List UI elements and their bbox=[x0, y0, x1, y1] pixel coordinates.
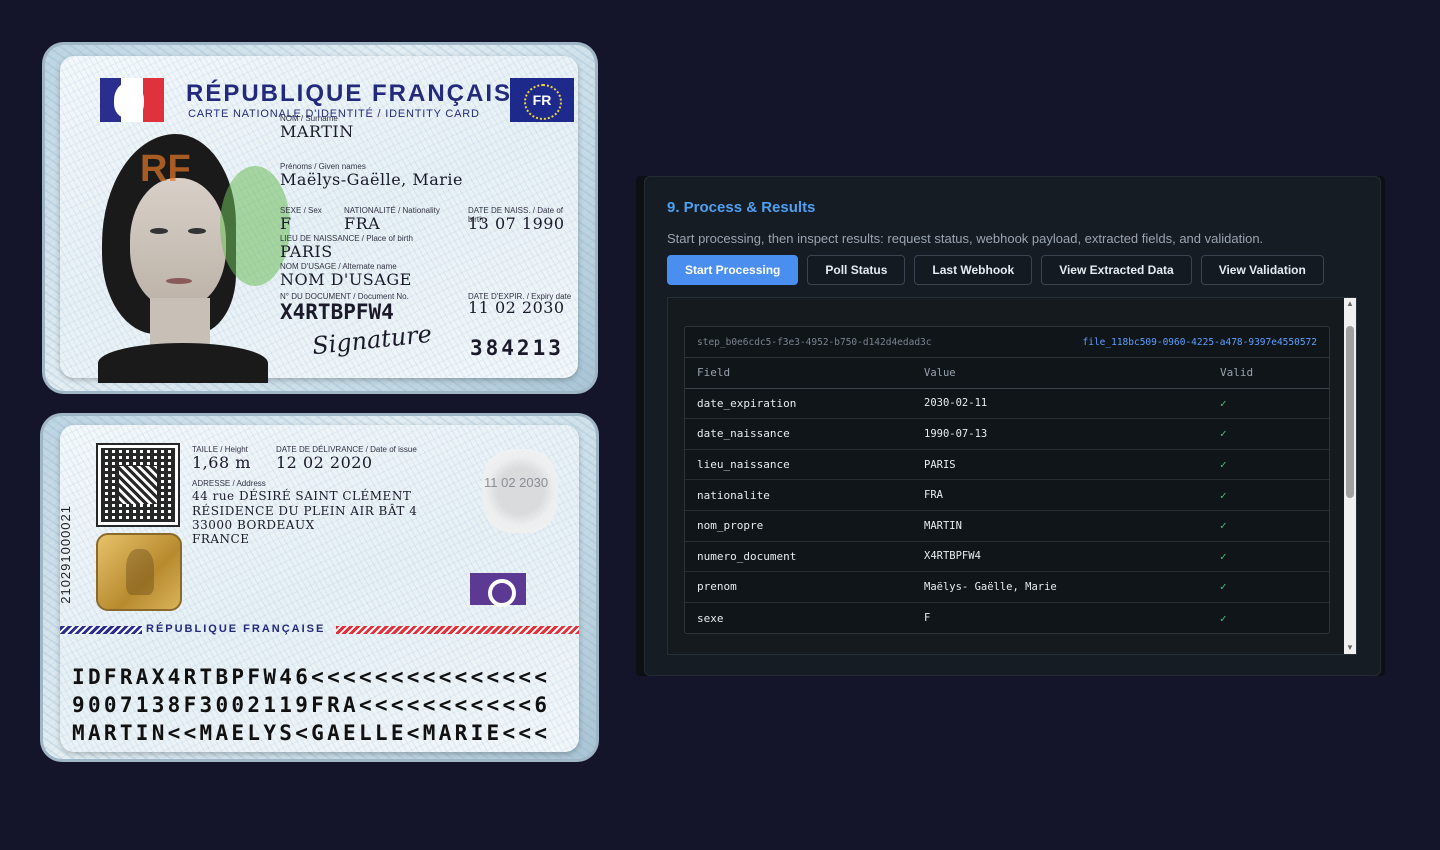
field-value: 1990-07-13 bbox=[924, 427, 988, 440]
field-value: X4RTBPFW4 bbox=[924, 550, 981, 563]
table-row: lieu_naissance PARIS ✓ bbox=[685, 450, 1329, 481]
signature: Signature bbox=[310, 319, 434, 361]
last-webhook-button[interactable]: Last Webhook bbox=[914, 255, 1033, 285]
blue-stripe bbox=[60, 626, 142, 634]
mrz-line-3: MARTIN<<MAELYS<GAELLE<MARIE<<< bbox=[72, 721, 551, 745]
field-name: lieu_naissance bbox=[697, 458, 790, 472]
rf-watermark: RF bbox=[140, 148, 191, 190]
adresse-label: ADRESSE / Address bbox=[192, 479, 266, 488]
delivrance-value: 12 02 2020 bbox=[276, 453, 373, 472]
view-extracted-data-button[interactable]: View Extracted Data bbox=[1041, 255, 1192, 285]
table-row: sexe F ✓ bbox=[685, 603, 1329, 634]
field-value: 2030-02-11 bbox=[924, 397, 988, 410]
id-card-back-face: 210291000021 TAILLE / Height 1,68 m DATE… bbox=[58, 425, 579, 752]
field-name: nom_propre bbox=[697, 519, 764, 533]
valid-check-icon: ✓ bbox=[1220, 427, 1227, 441]
field-name: nationalite bbox=[697, 488, 770, 502]
file-id-link[interactable]: file_118bc509-0960-4225-a478-9397e455057… bbox=[1083, 337, 1318, 348]
table-row: prenom Maëlys- Gaëlle, Marie ✓ bbox=[685, 572, 1329, 603]
id-card-front: RÉPUBLIQUE FRANÇAISE CARTE NATIONALE D'I… bbox=[42, 42, 598, 394]
id-card-back: 210291000021 TAILLE / Height 1,68 m DATE… bbox=[40, 413, 599, 762]
marianne-flag-logo bbox=[100, 78, 164, 122]
field-value: MARTIN bbox=[924, 519, 962, 532]
taille-value: 1,68 m bbox=[192, 453, 251, 472]
adresse-line-1: 44 rue DÉSIRÉ SAINT CLÉMENT bbox=[192, 489, 412, 503]
results-output[interactable]: step_b0e6cdc5-f3e3-4952-b750-d142d4edad3… bbox=[667, 297, 1357, 655]
mrz-line-1: IDFRAX4RTBPFW46<<<<<<<<<<<<<<< bbox=[72, 665, 551, 689]
action-buttons: Start Processing Poll Status Last Webhoo… bbox=[667, 255, 1324, 285]
scrollbar-thumb[interactable] bbox=[1346, 326, 1354, 498]
ghost-photo bbox=[482, 449, 558, 533]
eu-flag-icon: FR bbox=[510, 78, 574, 122]
field-value: FRA bbox=[924, 489, 943, 502]
field-name: date_expiration bbox=[697, 396, 797, 410]
sexe-value: F bbox=[280, 214, 292, 233]
table-row: nom_propre MARTIN ✓ bbox=[685, 511, 1329, 542]
field-name: date_naissance bbox=[697, 427, 790, 441]
step-id: step_b0e6cdc5-f3e3-4952-b750-d142d4edad3… bbox=[697, 336, 932, 348]
start-processing-button[interactable]: Start Processing bbox=[667, 255, 799, 285]
table-header-row: Field Value Valid bbox=[685, 358, 1329, 389]
field-value: F bbox=[924, 612, 931, 625]
panel-title: 9. Process & Results bbox=[667, 199, 816, 216]
table-row: nationalite FRA ✓ bbox=[685, 480, 1329, 511]
field-value: Maëlys- Gaëlle, Marie bbox=[924, 580, 1057, 593]
results-scrollbar[interactable]: ▲ ▼ bbox=[1344, 298, 1356, 654]
adresse-line-2: RÉSIDENCE DU PLEIN AIR BÂT 4 bbox=[192, 504, 418, 518]
valid-check-icon: ✓ bbox=[1220, 611, 1227, 625]
valid-check-icon: ✓ bbox=[1220, 519, 1227, 533]
usage-value: NOM D'USAGE bbox=[280, 270, 412, 289]
extracted-data-table: step_b0e6cdc5-f3e3-4952-b750-d142d4edad3… bbox=[684, 326, 1330, 635]
valid-check-icon: ✓ bbox=[1220, 458, 1227, 472]
field-name: sexe bbox=[697, 611, 724, 625]
naissance-value: 13 07 1990 bbox=[468, 214, 565, 233]
column-header-valid: Valid bbox=[1220, 366, 1254, 380]
qr-code bbox=[96, 443, 180, 527]
column-header-field: Field bbox=[697, 366, 731, 380]
poll-status-button[interactable]: Poll Status bbox=[807, 255, 906, 285]
table-meta-header: step_b0e6cdc5-f3e3-4952-b750-d142d4edad3… bbox=[685, 327, 1329, 358]
prenoms-value: Maëlys-Gaëlle, Marie bbox=[280, 170, 463, 189]
valid-check-icon: ✓ bbox=[1220, 580, 1227, 594]
red-stripe bbox=[336, 626, 579, 634]
valid-check-icon: ✓ bbox=[1220, 549, 1227, 563]
expiry-value: 11 02 2030 bbox=[468, 298, 565, 317]
purple-emblem-icon bbox=[470, 573, 526, 607]
can-number: 384213 bbox=[470, 336, 564, 360]
vertical-number: 210291000021 bbox=[58, 505, 73, 604]
panel-description: Start processing, then inspect results: … bbox=[667, 231, 1264, 246]
scroll-down-arrow-icon[interactable]: ▼ bbox=[1346, 644, 1354, 652]
field-name: numero_document bbox=[697, 549, 797, 563]
nationalite-value: FRA bbox=[344, 214, 381, 233]
doc-number: X4RTBPFW4 bbox=[280, 300, 394, 324]
table-row: numero_document X4RTBPFW4 ✓ bbox=[685, 542, 1329, 573]
table-row: date_expiration 2030-02-11 ✓ bbox=[685, 389, 1329, 420]
chip-icon bbox=[96, 533, 182, 611]
panel-inner: 9. Process & Results Start processing, t… bbox=[644, 176, 1381, 676]
field-name: prenom bbox=[697, 580, 737, 594]
adresse-line-4: FRANCE bbox=[192, 532, 250, 546]
valid-check-icon: ✓ bbox=[1220, 396, 1227, 410]
card-title: RÉPUBLIQUE FRANÇAISE bbox=[186, 80, 531, 107]
column-header-value: Value bbox=[924, 366, 956, 379]
valid-check-icon: ✓ bbox=[1220, 488, 1227, 502]
id-card-front-face: RÉPUBLIQUE FRANÇAISE CARTE NATIONALE D'I… bbox=[60, 56, 578, 383]
field-value: PARIS bbox=[924, 458, 956, 471]
lieu-value: PARIS bbox=[280, 242, 333, 261]
view-validation-button[interactable]: View Validation bbox=[1200, 255, 1324, 285]
table-row: date_naissance 1990-07-13 ✓ bbox=[685, 419, 1329, 450]
adresse-line-3: 33000 BORDEAUX bbox=[192, 518, 315, 532]
nom-value: MARTIN bbox=[280, 122, 354, 141]
scroll-up-arrow-icon[interactable]: ▲ bbox=[1346, 300, 1354, 308]
back-republique-title: RÉPUBLIQUE FRANÇAISE bbox=[146, 623, 326, 635]
mrz-line-2: 9007138F3002119FRA<<<<<<<<<<<6 bbox=[72, 693, 551, 717]
process-results-panel: 9. Process & Results Start processing, t… bbox=[636, 176, 1385, 676]
ghost-date: 11 02 2030 bbox=[484, 475, 549, 490]
